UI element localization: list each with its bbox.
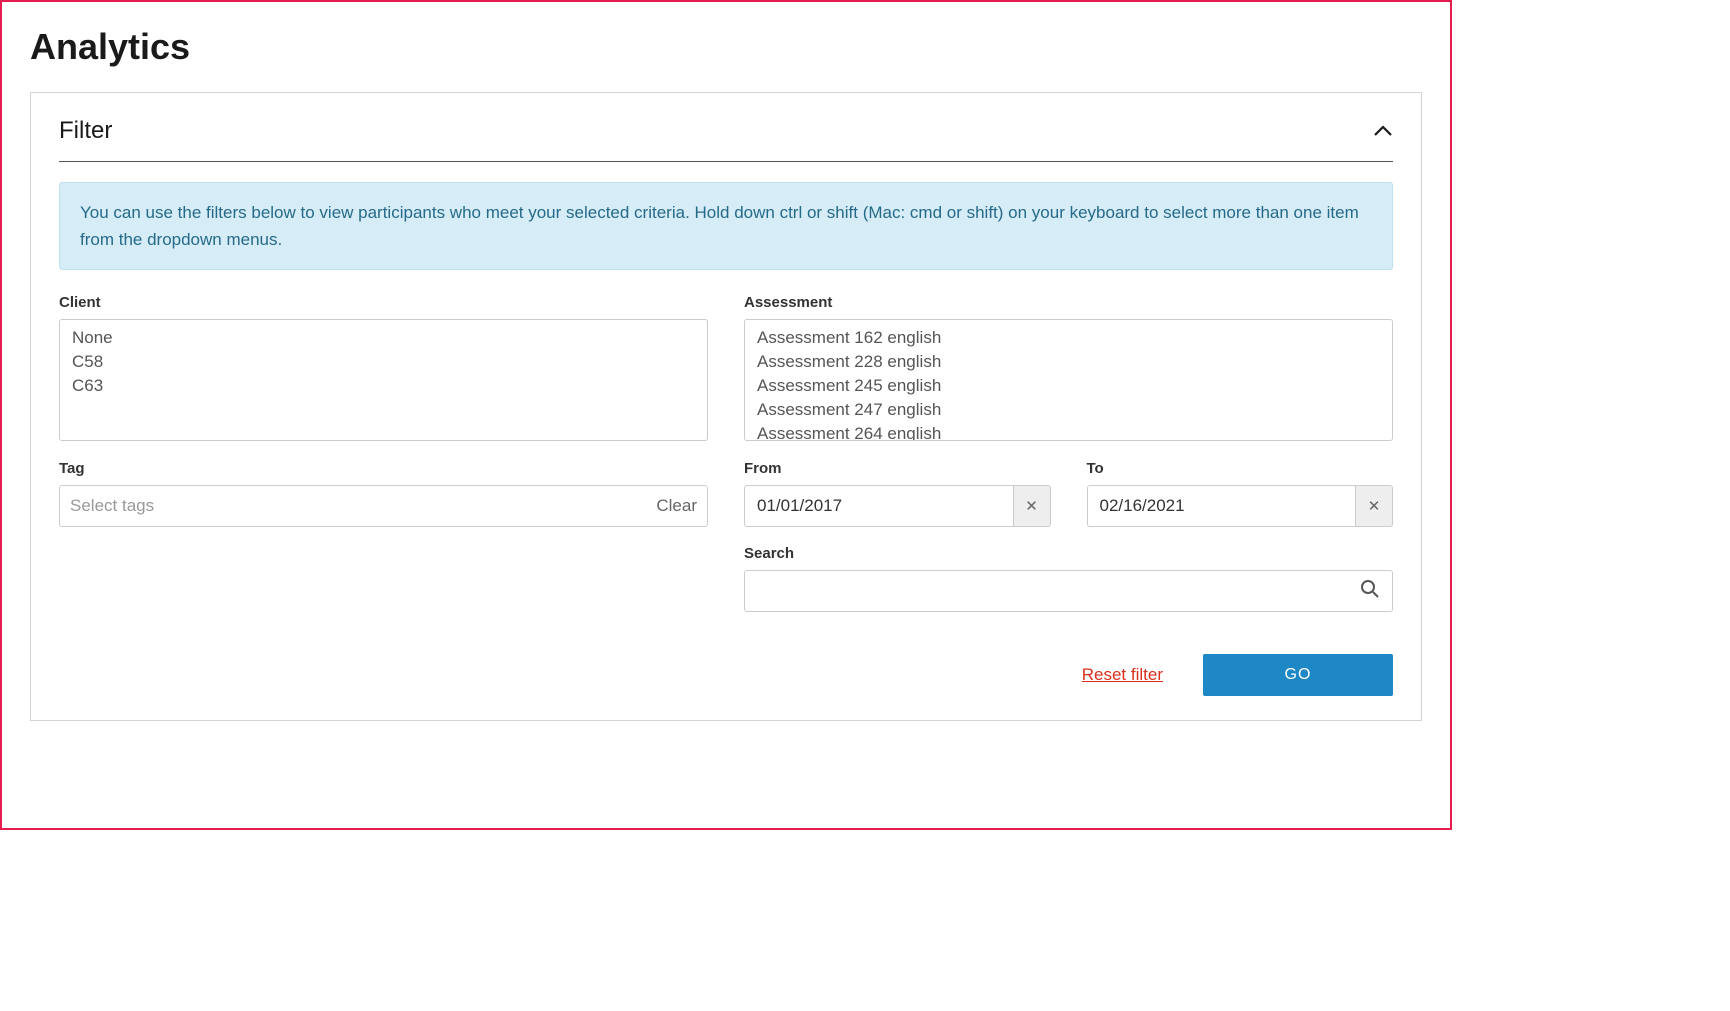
close-icon: ✕	[1368, 497, 1381, 515]
tag-clear-button[interactable]: Clear	[656, 496, 697, 516]
tag-input-wrap: Clear	[59, 485, 708, 527]
to-label: To	[1087, 460, 1394, 477]
search-field: Search	[744, 545, 1393, 612]
assessment-option[interactable]: Assessment 162 english	[753, 326, 1384, 350]
from-clear-button[interactable]: ✕	[1013, 485, 1051, 527]
from-input-group: ✕	[744, 485, 1051, 527]
from-field: From ✕	[744, 460, 1051, 527]
client-option[interactable]: C58	[68, 350, 699, 374]
filter-grid: Client NoneC58C63 Tag Clear Assessment A…	[59, 294, 1393, 696]
assessment-option[interactable]: Assessment 228 english	[753, 350, 1384, 374]
assessment-option[interactable]: Assessment 245 english	[753, 374, 1384, 398]
to-input[interactable]	[1087, 485, 1356, 527]
from-input[interactable]	[744, 485, 1013, 527]
search-icon[interactable]	[1360, 579, 1380, 604]
search-input[interactable]	[757, 581, 1360, 601]
tag-input[interactable]	[70, 496, 656, 516]
filter-heading: Filter	[59, 117, 112, 145]
assessment-listbox[interactable]: Assessment 162 englishAssessment 228 eng…	[744, 319, 1393, 441]
tag-field: Tag Clear	[59, 460, 708, 527]
filter-header: Filter	[59, 117, 1393, 162]
tag-label: Tag	[59, 460, 708, 477]
client-listbox[interactable]: NoneC58C63	[59, 319, 708, 441]
assessment-label: Assessment	[744, 294, 1393, 311]
right-column: Assessment Assessment 162 englishAssessm…	[744, 294, 1393, 696]
to-input-group: ✕	[1087, 485, 1394, 527]
info-banner: You can use the filters below to view pa…	[59, 182, 1393, 270]
assessment-option[interactable]: Assessment 264 english	[753, 422, 1384, 441]
page-title: Analytics	[30, 26, 1422, 68]
go-button[interactable]: GO	[1203, 654, 1393, 696]
actions-row: Reset filter GO	[744, 654, 1393, 696]
reset-filter-link[interactable]: Reset filter	[1082, 665, 1163, 685]
client-option[interactable]: None	[68, 326, 699, 350]
filter-panel: Filter You can use the filters below to …	[30, 92, 1422, 721]
from-label: From	[744, 460, 1051, 477]
chevron-up-icon[interactable]	[1373, 120, 1393, 143]
to-field: To ✕	[1087, 460, 1394, 527]
search-label: Search	[744, 545, 1393, 562]
search-wrap	[744, 570, 1393, 612]
assessment-field: Assessment Assessment 162 englishAssessm…	[744, 294, 1393, 442]
client-field: Client NoneC58C63	[59, 294, 708, 442]
assessment-option[interactable]: Assessment 247 english	[753, 398, 1384, 422]
client-option[interactable]: C63	[68, 374, 699, 398]
close-icon: ✕	[1025, 497, 1038, 515]
left-column: Client NoneC58C63 Tag Clear	[59, 294, 708, 696]
client-label: Client	[59, 294, 708, 311]
date-row: From ✕ To ✕	[744, 460, 1393, 527]
to-clear-button[interactable]: ✕	[1355, 485, 1393, 527]
